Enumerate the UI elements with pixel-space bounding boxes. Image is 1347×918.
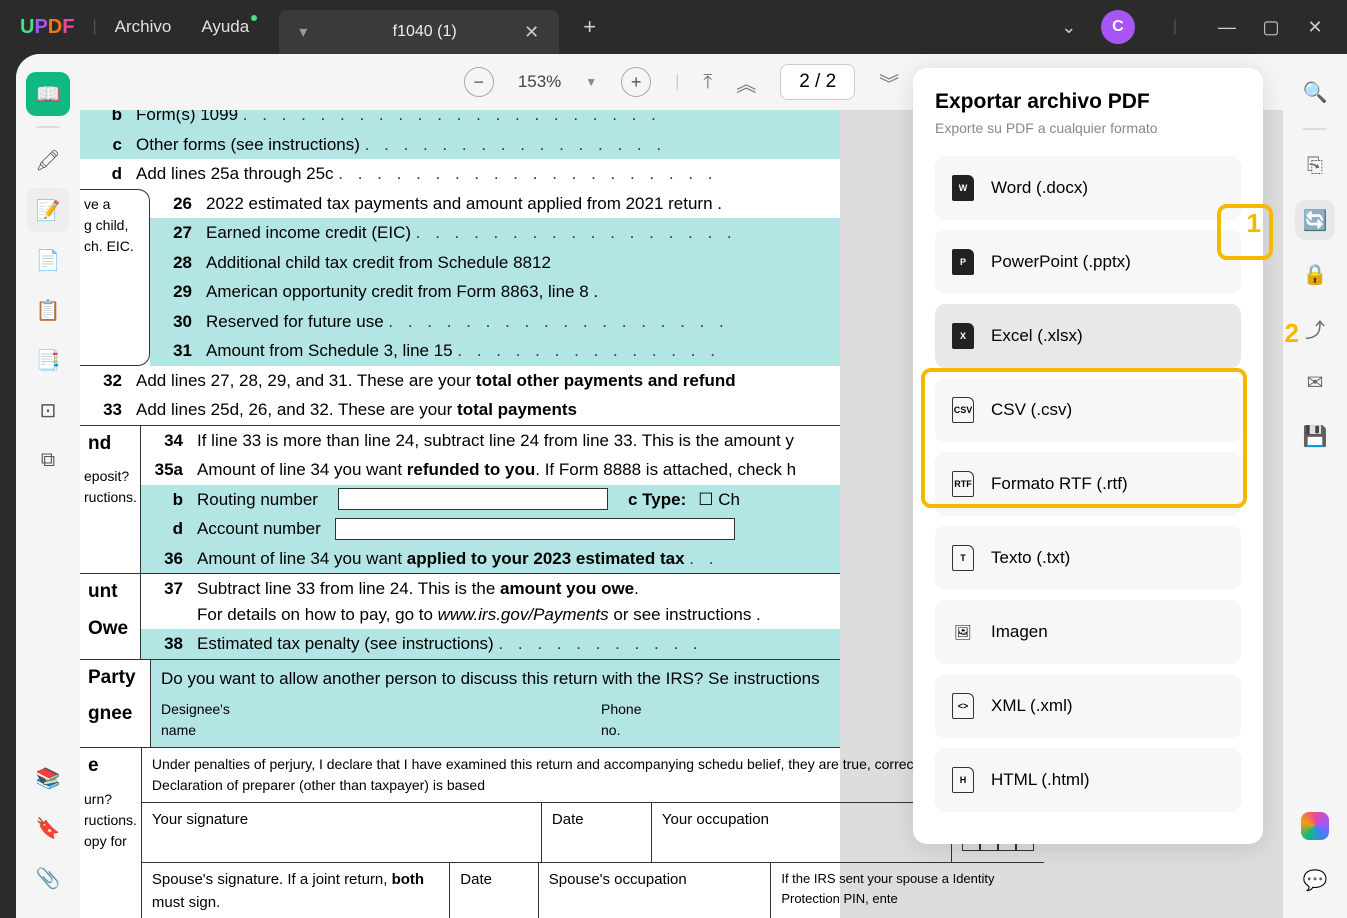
export-excel[interactable]: XExcel (.xlsx) (935, 304, 1241, 368)
tab-close-icon[interactable]: ✕ (524, 22, 539, 43)
zoom-percent: 153% (518, 72, 561, 92)
updf-logo: UPDF (20, 16, 74, 39)
left-sidebar: 📖 🖍 📝 📄 📋 📑 ⊡ ⧉ 📚 🔖 📎 (16, 54, 80, 918)
search-icon[interactable]: 🔍 (1295, 72, 1335, 112)
export-html[interactable]: HHTML (.html) (935, 748, 1241, 812)
prev-page-icon[interactable]: ︽ (736, 68, 756, 97)
right-sidebar: 🔍 ⎘ 🔄 🔒 ⤴ ✉ 💾 💬 (1283, 54, 1347, 918)
export-csv[interactable]: CSVCSV (.csv) (935, 378, 1241, 442)
titlebar: UPDF | Archivo Ayuda ▾ f1040 (1) ✕ + ⌄ C… (0, 0, 1347, 54)
export-rtf[interactable]: RTFFormato RTF (.rtf) (935, 452, 1241, 516)
edit-tool-icon[interactable]: 📝 (26, 188, 70, 232)
mail-icon[interactable]: ✉ (1295, 362, 1335, 402)
menu-file[interactable]: Archivo (115, 17, 172, 37)
margin-note: ve a g child, ch. EIC. (80, 189, 150, 366)
save-icon[interactable]: 💾 (1295, 416, 1335, 456)
compare-tool-icon[interactable]: ⧉ (26, 438, 70, 482)
zoom-out-button[interactable]: − (464, 67, 494, 97)
layers-icon[interactable]: 📚 (26, 756, 70, 800)
zoom-dropdown-icon[interactable]: ▼ (585, 75, 597, 89)
tab-title: f1040 (1) (325, 23, 524, 41)
export-panel: Exportar archivo PDF Exporte su PDF a cu… (913, 68, 1263, 844)
form-tool-icon[interactable]: 📋 (26, 288, 70, 332)
export-icon[interactable]: 🔄 (1295, 200, 1335, 240)
new-tab-button[interactable]: + (583, 14, 596, 40)
protect-icon[interactable]: 🔒 (1295, 254, 1335, 294)
menu-help[interactable]: Ayuda (201, 17, 249, 37)
highlight-tool-icon[interactable]: 🖍 (26, 138, 70, 182)
export-subtitle: Exporte su PDF a cualquier formato (935, 120, 1241, 136)
chevron-down-icon[interactable]: ⌄ (1057, 17, 1081, 38)
third-party-text: Do you want to allow another person to d… (161, 666, 830, 692)
bookmark-icon[interactable]: 🔖 (26, 806, 70, 850)
pages-tool-icon[interactable]: 📑 (26, 338, 70, 382)
zoom-in-button[interactable]: + (621, 67, 651, 97)
export-title: Exportar archivo PDF (935, 90, 1241, 114)
export-xml[interactable]: <>XML (.xml) (935, 674, 1241, 738)
user-avatar[interactable]: C (1101, 10, 1135, 44)
close-icon[interactable]: ✕ (1303, 17, 1327, 38)
separator: | (1173, 18, 1177, 36)
document-tab[interactable]: ▾ f1040 (1) ✕ (279, 10, 559, 54)
attachment-icon[interactable]: 📎 (26, 856, 70, 900)
reader-mode-icon[interactable]: 📖 (26, 72, 70, 116)
separator: | (92, 18, 96, 36)
export-txt[interactable]: TTexto (.txt) (935, 526, 1241, 590)
comment-icon[interactable]: 💬 (1295, 860, 1335, 900)
minimize-icon[interactable]: — (1215, 17, 1239, 38)
maximize-icon[interactable]: ▢ (1259, 17, 1283, 38)
callout-label-2: 2 (1285, 318, 1299, 349)
menu-help-label: Ayuda (201, 17, 249, 36)
export-ppt[interactable]: PPowerPoint (.pptx) (935, 230, 1241, 294)
tab-dropdown-icon[interactable]: ▾ (299, 22, 307, 42)
ocr-icon[interactable]: ⎘ (1295, 146, 1335, 186)
crop-tool-icon[interactable]: ⊡ (26, 388, 70, 432)
notes-tool-icon[interactable]: 📄 (26, 238, 70, 282)
update-dot-icon (251, 15, 257, 21)
export-word[interactable]: WWord (.docx) (935, 156, 1241, 220)
export-image[interactable]: 🖼Imagen (935, 600, 1241, 664)
next-page-icon[interactable]: ︾ (879, 68, 899, 97)
callout-label-1: 1 (1247, 208, 1261, 239)
pdf-page: bForm(s) 1099 . . . . . . . . . . . . . … (80, 110, 840, 918)
ai-icon[interactable] (1295, 806, 1335, 846)
page-indicator[interactable]: 2 / 2 (780, 64, 855, 100)
first-page-icon[interactable]: ⤒ (703, 71, 712, 94)
share-icon[interactable]: ⤴ (1295, 308, 1335, 348)
